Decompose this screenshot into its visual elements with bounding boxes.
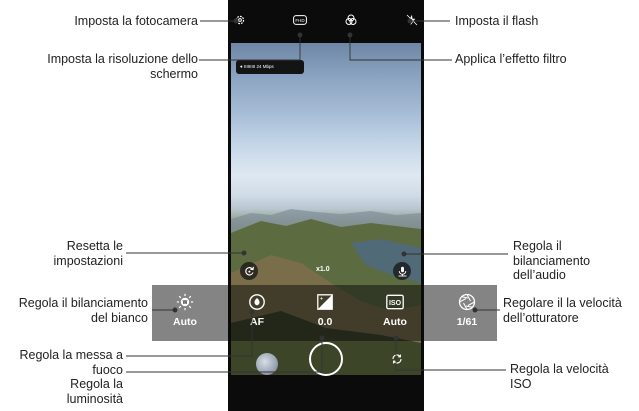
resolution-icon[interactable]: FHD	[292, 12, 308, 28]
focus-value: AF	[250, 316, 264, 328]
shutter-speed-control[interactable]: 1/61	[442, 285, 492, 341]
reset-icon	[244, 266, 254, 275]
callout-focus: Regola la messa a fuoco	[19, 348, 123, 377]
callout-flash: Imposta il flash	[455, 14, 539, 28]
white-balance-control[interactable]: W Auto	[160, 285, 210, 341]
reset-settings-button[interactable]	[240, 262, 258, 280]
callout-iso: Regola la velocità ISO	[510, 362, 609, 391]
audio-balance-icon	[398, 266, 406, 276]
callout-white-balance: Regola il bilanciamento del bianco	[18, 296, 148, 325]
iso-control[interactable]: ISO Auto	[370, 285, 420, 341]
white-balance-value: Auto	[173, 316, 197, 328]
iso-icon: ISO	[386, 293, 404, 311]
callout-reset: Resetta le impostazioni	[53, 239, 123, 268]
iso-icon-text: ISO	[389, 300, 402, 307]
svg-text:+: +	[320, 297, 324, 303]
flash-icon[interactable]	[404, 12, 420, 28]
callout-camera-settings: Imposta la fotocamera	[74, 14, 198, 28]
callout-resolution: Imposta la risoluzione dello schermo	[47, 52, 198, 81]
zoom-indicator[interactable]: x1.0	[316, 266, 330, 273]
switch-camera-icon[interactable]	[390, 352, 404, 366]
white-balance-icon: W	[176, 293, 194, 311]
filter-icon[interactable]	[343, 12, 359, 28]
callout-audio-balance: Regola il bilanciamento dell’audio	[513, 239, 591, 282]
svg-text:W: W	[183, 300, 188, 306]
audio-balance-button[interactable]	[393, 262, 411, 280]
shutter-speed-icon	[458, 293, 476, 311]
settings-gear-icon[interactable]	[232, 12, 248, 28]
focus-icon	[248, 293, 266, 311]
gallery-thumbnail[interactable]	[256, 353, 278, 375]
manual-controls-panel: W Auto AF + 0.0 ISO Auto 1/61	[152, 285, 497, 341]
callout-shutter-speed: Regolare il la velocità dell’otturatore	[503, 296, 622, 325]
brightness-icon: +	[316, 293, 334, 311]
iso-value: Auto	[383, 316, 407, 328]
recording-status-bar: ● IIIIIIIII 24 Mbps	[236, 60, 304, 74]
brightness-control[interactable]: + 0.0	[300, 285, 350, 341]
focus-control[interactable]: AF	[232, 285, 282, 341]
callout-brightness: Regola la luminosità	[66, 377, 123, 406]
resolution-badge-text: FHD	[295, 18, 305, 23]
callout-filter: Applica l’effetto filtro	[455, 52, 567, 66]
shutter-button[interactable]	[309, 342, 343, 376]
brightness-value: 0.0	[317, 316, 333, 328]
shutter-speed-value: 1/61	[456, 316, 478, 328]
